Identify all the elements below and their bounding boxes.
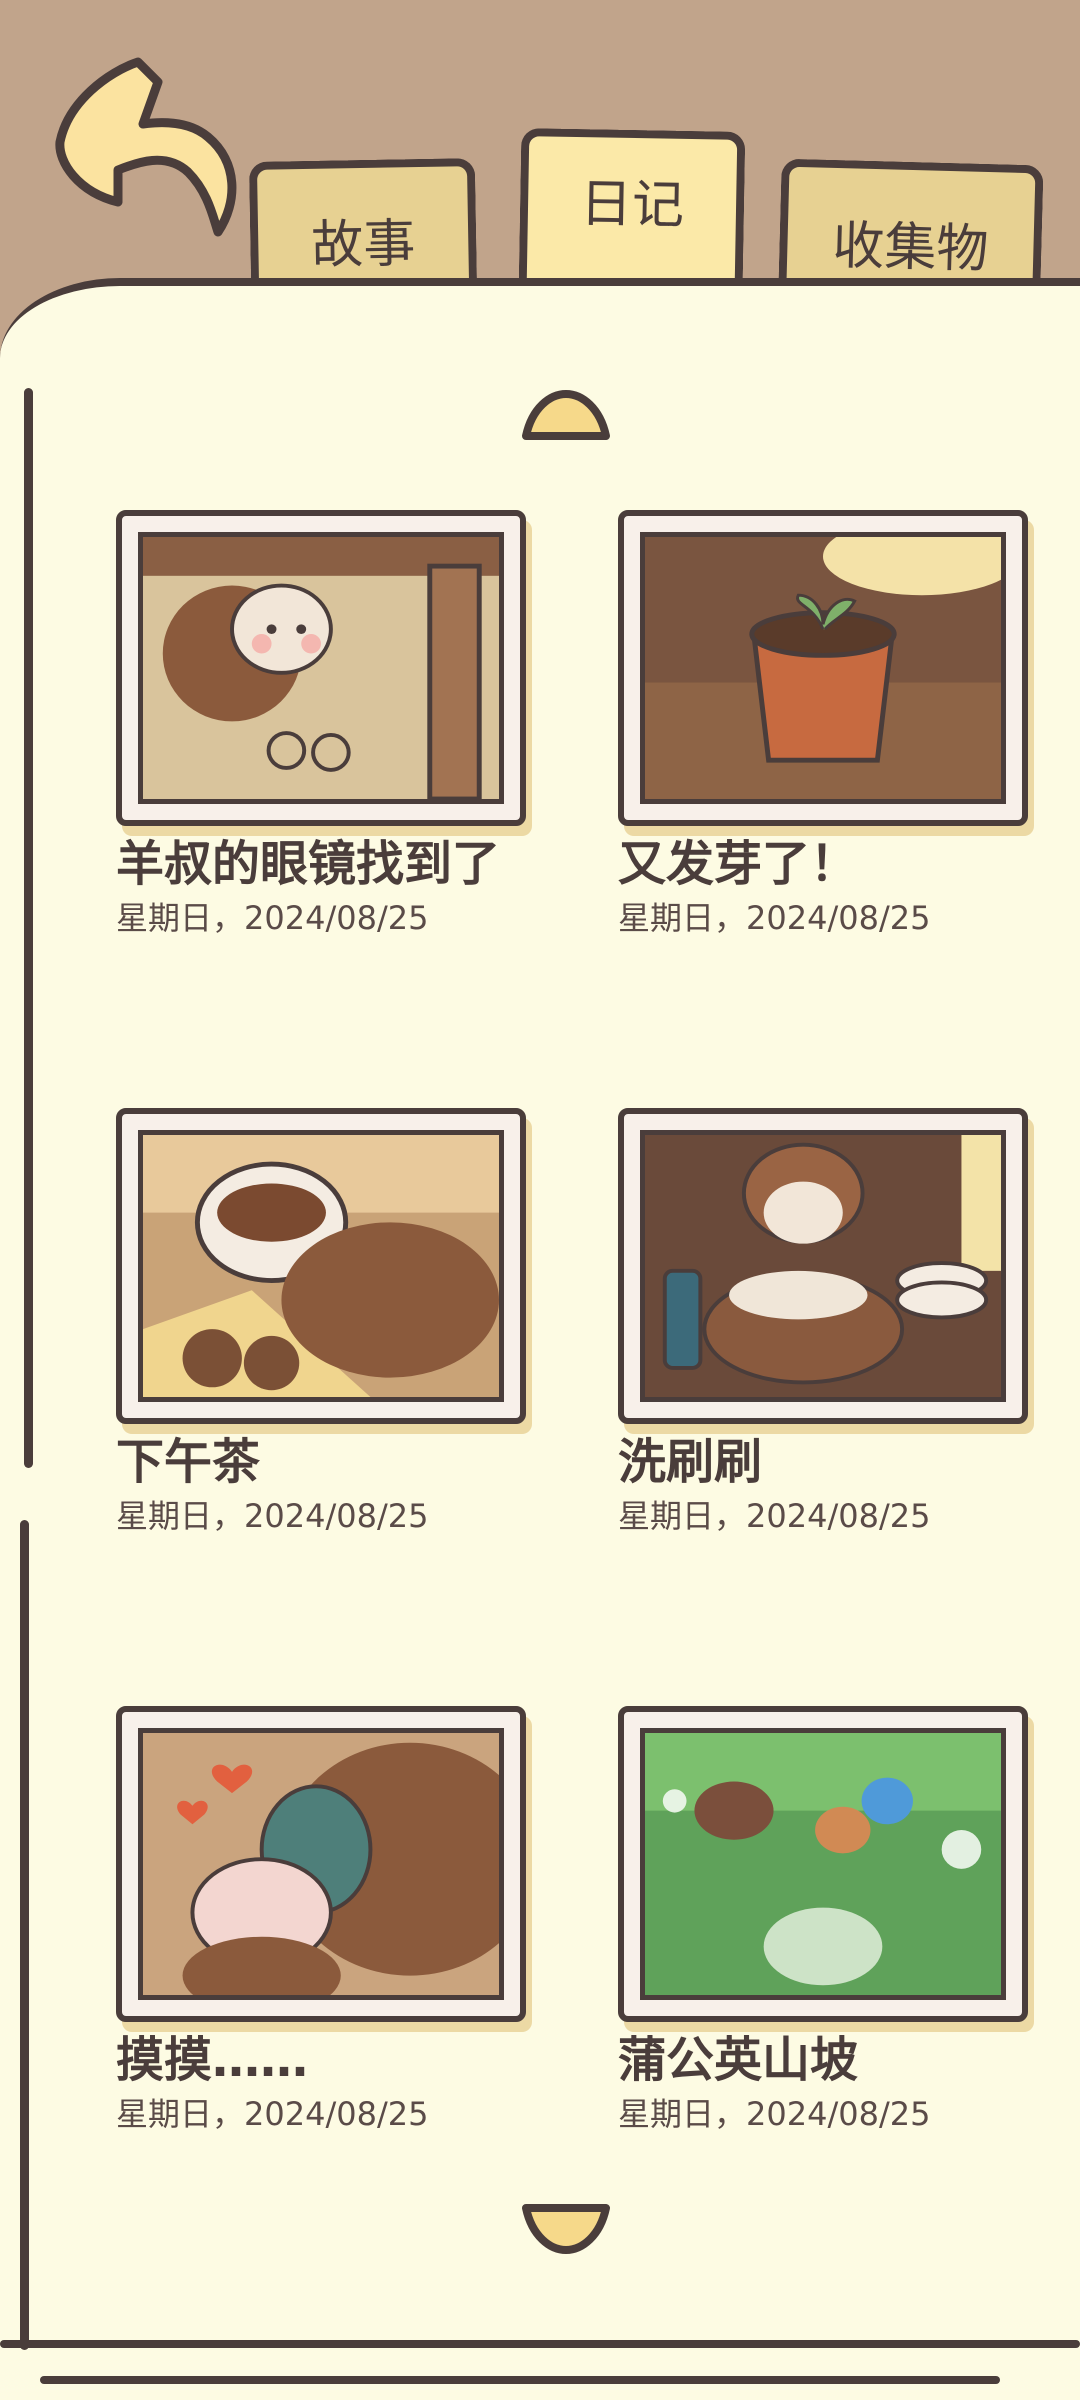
diary-entry-card[interactable]: 蒲公英山坡 星期日，2024/08/25 [618,1706,1028,2135]
entry-title: 又发芽了！ [618,836,859,892]
entry-title: 洗刷刷 [618,1434,763,1490]
entry-date: 星期日，2024/08/25 [618,898,931,937]
diary-entry-card[interactable]: 又发芽了！ 星期日，2024/08/25 [618,510,1028,939]
entry-photo-frame [618,510,1028,826]
entry-photo-frame [116,1108,526,1424]
entry-photo-frame [116,510,526,826]
bear-finds-glasses-illustration [138,532,504,804]
tab-story[interactable]: 故事 [248,158,478,292]
diary-entry-card[interactable]: 摸摸…… 星期日，2024/08/25 [116,1706,526,2135]
dandelion-hill-illustration [640,1728,1006,2000]
tab-collections-label: 收集物 [831,215,990,280]
page-spine-line [24,388,33,1468]
entry-date: 星期日，2024/08/25 [116,2094,429,2133]
tab-story-label: 故事 [310,213,416,276]
diary-entry-card[interactable]: 下午茶 星期日，2024/08/25 [116,1108,526,1537]
tab-collections[interactable]: 收集物 [778,158,1044,294]
entry-photo-frame [116,1706,526,2022]
entry-date: 星期日，2024/08/25 [116,898,429,937]
entry-title: 摸摸…… [116,2032,309,2088]
entry-title: 蒲公英山坡 [618,2032,859,2088]
entry-photo-frame [618,1108,1028,1424]
scroll-down-button[interactable] [520,2200,612,2256]
entry-date: 星期日，2024/08/25 [116,1496,429,1535]
entry-date: 星期日，2024/08/25 [618,2094,931,2133]
entry-title: 羊叔的眼镜找到了 [116,836,501,892]
afternoon-tea-illustration [138,1130,504,1402]
chevron-down-icon [522,2204,610,2254]
page-edge-line [40,2376,1000,2384]
back-arrow-icon [55,57,237,237]
tab-diary[interactable]: 日记 [518,128,746,292]
diary-entry-card[interactable]: 洗刷刷 星期日，2024/08/25 [618,1108,1028,1537]
entry-photo-frame [618,1706,1028,2022]
diary-screen: 故事 日记 收集物 羊叔的眼镜找到了 星期日，2024/08/25 又发芽了！ … [0,0,1080,2400]
page-spine-line [20,1520,29,2350]
entry-date: 星期日，2024/08/25 [618,1496,931,1535]
tab-diary-label: 日记 [579,173,685,236]
page-edge-line [0,2340,1080,2348]
washing-dishes-illustration [640,1130,1006,1402]
entry-title: 下午茶 [116,1434,261,1490]
petting-illustration [138,1728,504,2000]
sprouting-flowerpot-illustration [640,532,1006,804]
scroll-up-button[interactable] [520,388,612,444]
diary-entry-card[interactable]: 羊叔的眼镜找到了 星期日，2024/08/25 [116,510,526,939]
back-button[interactable] [48,52,248,242]
chevron-up-icon [522,390,610,440]
